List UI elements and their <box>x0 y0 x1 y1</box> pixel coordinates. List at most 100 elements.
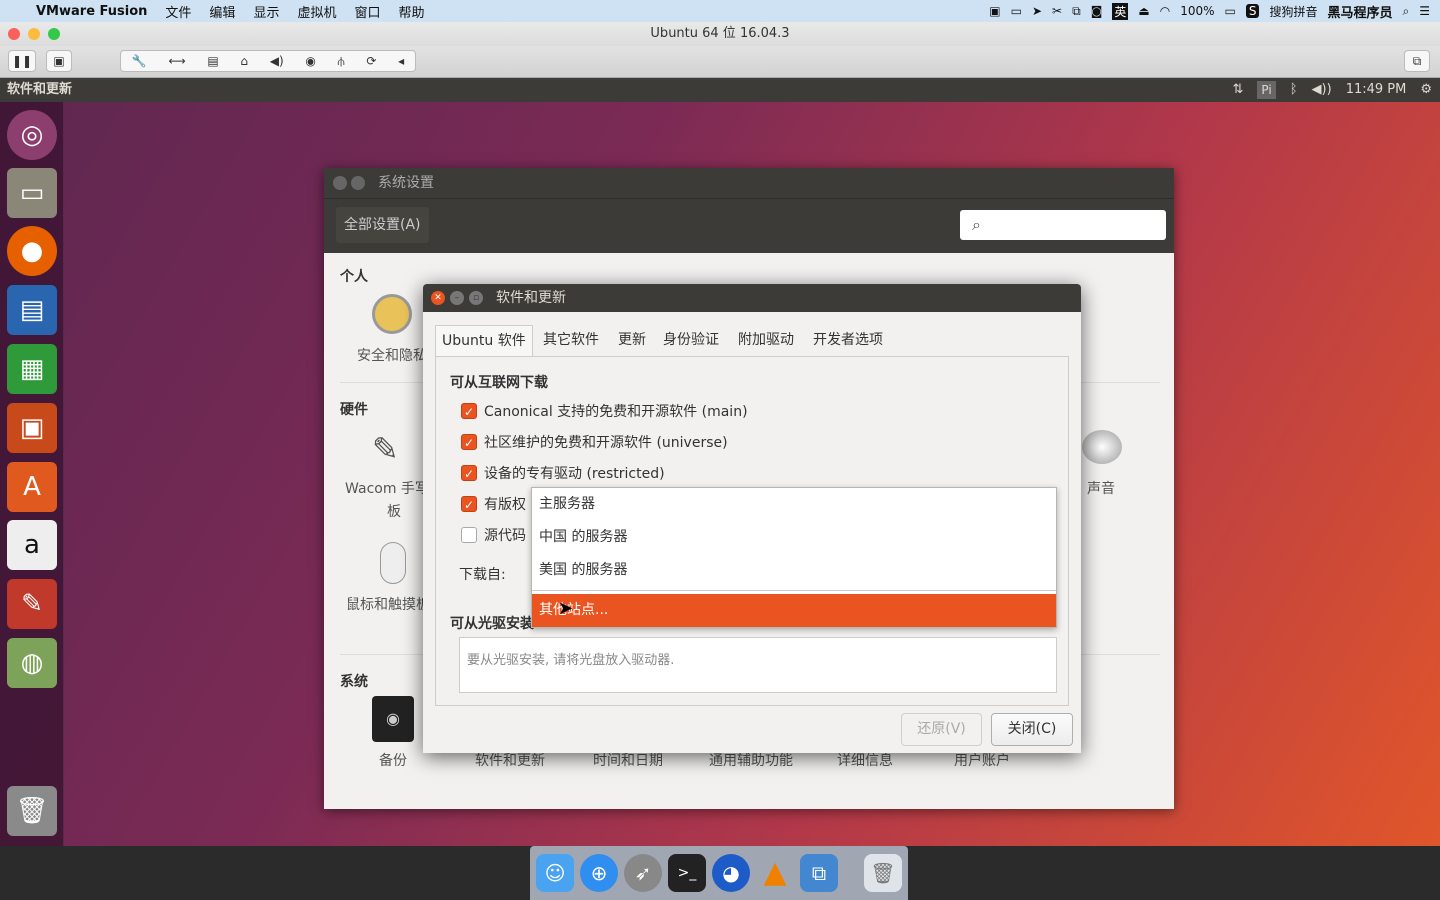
writer-icon[interactable]: ▤ <box>7 285 57 335</box>
calc-icon[interactable]: ▦ <box>7 344 57 394</box>
option-other-sites[interactable]: 其他站点... <box>532 594 1056 627</box>
collapse-arrow-icon[interactable]: ◂ <box>398 51 404 71</box>
send-icon[interactable]: ➤ <box>1032 4 1042 18</box>
bluetooth-icon[interactable]: ᛒ <box>1290 78 1298 102</box>
software-updates-label[interactable]: 软件和更新 <box>460 750 560 770</box>
network-icon[interactable]: ⟷ <box>168 51 185 71</box>
sogou-icon[interactable]: S <box>1245 4 1260 18</box>
input-method[interactable]: 搜狗拼音 <box>1269 3 1317 20</box>
lock-icon[interactable]: ⌂ <box>240 51 248 71</box>
finder-icon[interactable]: ☺ <box>536 854 574 892</box>
close-window-button[interactable] <box>8 28 20 40</box>
minimize-icon[interactable] <box>351 176 365 190</box>
spotlight-icon[interactable]: ⌕ <box>1403 4 1410 19</box>
checkbox-checked-icon[interactable]: ✓ <box>461 434 477 450</box>
menu-help[interactable]: 帮助 <box>389 2 433 21</box>
network-indicator-icon[interactable]: ⇅ <box>1233 78 1244 102</box>
option-us-server[interactable]: 美国 的服务器 <box>532 554 1056 587</box>
airplay-icon[interactable]: ⏏ <box>1138 4 1149 18</box>
settings-wrench-icon[interactable]: 🔧 <box>132 51 147 71</box>
checkbox-checked-icon[interactable]: ✓ <box>461 496 477 512</box>
menu-file[interactable]: 文件 <box>156 2 200 21</box>
software-updates-icon[interactable]: ◍ <box>7 638 57 688</box>
checkbox-multiverse[interactable]: ✓ 有版权 <box>461 494 526 514</box>
minimize-window-button[interactable] <box>28 28 40 40</box>
wifi-icon[interactable]: ◠ <box>1160 4 1170 18</box>
checkbox-checked-icon[interactable]: ✓ <box>461 403 477 419</box>
option-china-server[interactable]: 中国 的服务器 <box>532 521 1056 554</box>
pause-button[interactable]: ❚❚ <box>8 50 36 72</box>
scissors-icon[interactable]: ✂ <box>1052 4 1062 18</box>
tab-developer-options[interactable]: 开发者选项 <box>807 325 889 356</box>
search-input[interactable]: ⌕ <box>960 210 1166 240</box>
disk-icon[interactable]: ▤ <box>207 51 218 71</box>
usb-icon[interactable]: ⫛ <box>338 51 345 71</box>
battery-icon[interactable]: ▭ <box>1225 4 1236 18</box>
accessibility-label[interactable]: 通用辅助功能 <box>691 750 811 770</box>
keyboard-indicator[interactable]: Pi <box>1257 81 1276 99</box>
backup-icon[interactable]: ◉ <box>372 696 414 742</box>
app-menu[interactable]: VMware Fusion <box>27 4 156 19</box>
files-icon[interactable]: ▭ <box>7 168 57 218</box>
maximize-icon[interactable]: ▫ <box>469 291 483 305</box>
zoom-window-button[interactable] <box>48 28 60 40</box>
checkbox-unchecked-icon[interactable] <box>461 527 477 543</box>
datetime-label[interactable]: 时间和日期 <box>578 750 678 770</box>
snapshot-button[interactable]: ▣ <box>46 50 72 72</box>
terminal-icon[interactable]: >_ <box>668 854 706 892</box>
tab-updates[interactable]: 更新 <box>612 325 652 356</box>
amazon-icon[interactable]: a <box>7 520 57 570</box>
tab-additional-drivers[interactable]: 附加驱动 <box>732 325 800 356</box>
close-button[interactable]: 关闭(C) <box>991 713 1073 746</box>
close-icon[interactable] <box>333 176 347 190</box>
safari-icon[interactable]: ⊕ <box>580 854 618 892</box>
sound-icon[interactable] <box>1082 430 1122 464</box>
camera-icon[interactable]: ▣ <box>989 4 1000 18</box>
checkbox-checked-icon[interactable]: ✓ <box>461 465 477 481</box>
sound-icon[interactable]: ◀) <box>270 51 284 71</box>
tab-ubuntu-software[interactable]: Ubuntu 软件 <box>435 325 533 357</box>
clock[interactable]: 11:49 PM <box>1346 78 1407 102</box>
window-icon[interactable]: ⧉ <box>1072 4 1081 19</box>
camera-icon[interactable]: ◉ <box>305 51 315 71</box>
menu-view[interactable]: 显示 <box>244 2 288 21</box>
display-icon[interactable]: ▭ <box>1011 4 1022 18</box>
menu-vm[interactable]: 虚拟机 <box>288 2 345 21</box>
checkbox-universe[interactable]: ✓ 社区维护的免费和开源软件 (universe) <box>461 432 728 452</box>
software-center-icon[interactable]: A <box>7 462 57 512</box>
session-gear-icon[interactable]: ⚙ <box>1420 78 1432 102</box>
checkbox-main[interactable]: ✓ Canonical 支持的免费和开源软件 (main) <box>461 401 748 421</box>
menu-edit[interactable]: 编辑 <box>200 2 244 21</box>
volume-icon[interactable]: ◀)) <box>1312 78 1332 102</box>
unity-view-button[interactable]: ⧉ <box>1404 50 1430 72</box>
trash-icon[interactable]: 🗑 <box>7 786 57 836</box>
vlc-icon[interactable]: ▲ <box>756 854 794 892</box>
dash-ubuntu-icon[interactable]: ◎ <box>7 110 57 160</box>
ime-english-icon[interactable]: 英 <box>1112 2 1129 20</box>
mic-icon[interactable]: ◙ <box>1091 4 1103 18</box>
user-name[interactable]: 黑马程序员 <box>1327 2 1392 21</box>
system-settings-icon[interactable]: ✎ <box>7 579 57 629</box>
impress-icon[interactable]: ▣ <box>7 403 57 453</box>
sync-icon[interactable]: ⟳ <box>366 51 376 71</box>
menu-window[interactable]: 窗口 <box>345 2 389 21</box>
details-label[interactable]: 详细信息 <box>815 750 915 770</box>
launchpad-icon[interactable]: ➶ <box>624 854 662 892</box>
tab-authentication[interactable]: 身份验证 <box>657 325 725 356</box>
app-icon[interactable]: ◕ <box>712 854 750 892</box>
firefox-icon[interactable]: ● <box>7 226 57 276</box>
option-main-server[interactable]: 主服务器 <box>532 488 1056 521</box>
trash-icon[interactable]: 🗑 <box>864 854 902 892</box>
revert-button[interactable]: 还原(V) <box>901 713 982 746</box>
tab-other-software[interactable]: 其它软件 <box>537 325 605 356</box>
backup-label[interactable]: 备份 <box>343 750 443 770</box>
users-label[interactable]: 用户账户 <box>932 750 1032 770</box>
checkbox-restricted[interactable]: ✓ 设备的专有驱动 (restricted) <box>461 463 665 483</box>
wacom-icon[interactable]: ✎ <box>372 430 416 470</box>
vmware-fusion-icon[interactable]: ⧉ <box>800 854 838 892</box>
all-settings-button[interactable]: 全部设置(A) <box>336 207 429 243</box>
close-icon[interactable]: ✕ <box>431 291 445 305</box>
checkbox-source-code[interactable]: 源代码 <box>461 525 526 545</box>
notification-icon[interactable]: ☰ <box>1419 4 1430 18</box>
mouse-icon[interactable] <box>380 542 406 584</box>
